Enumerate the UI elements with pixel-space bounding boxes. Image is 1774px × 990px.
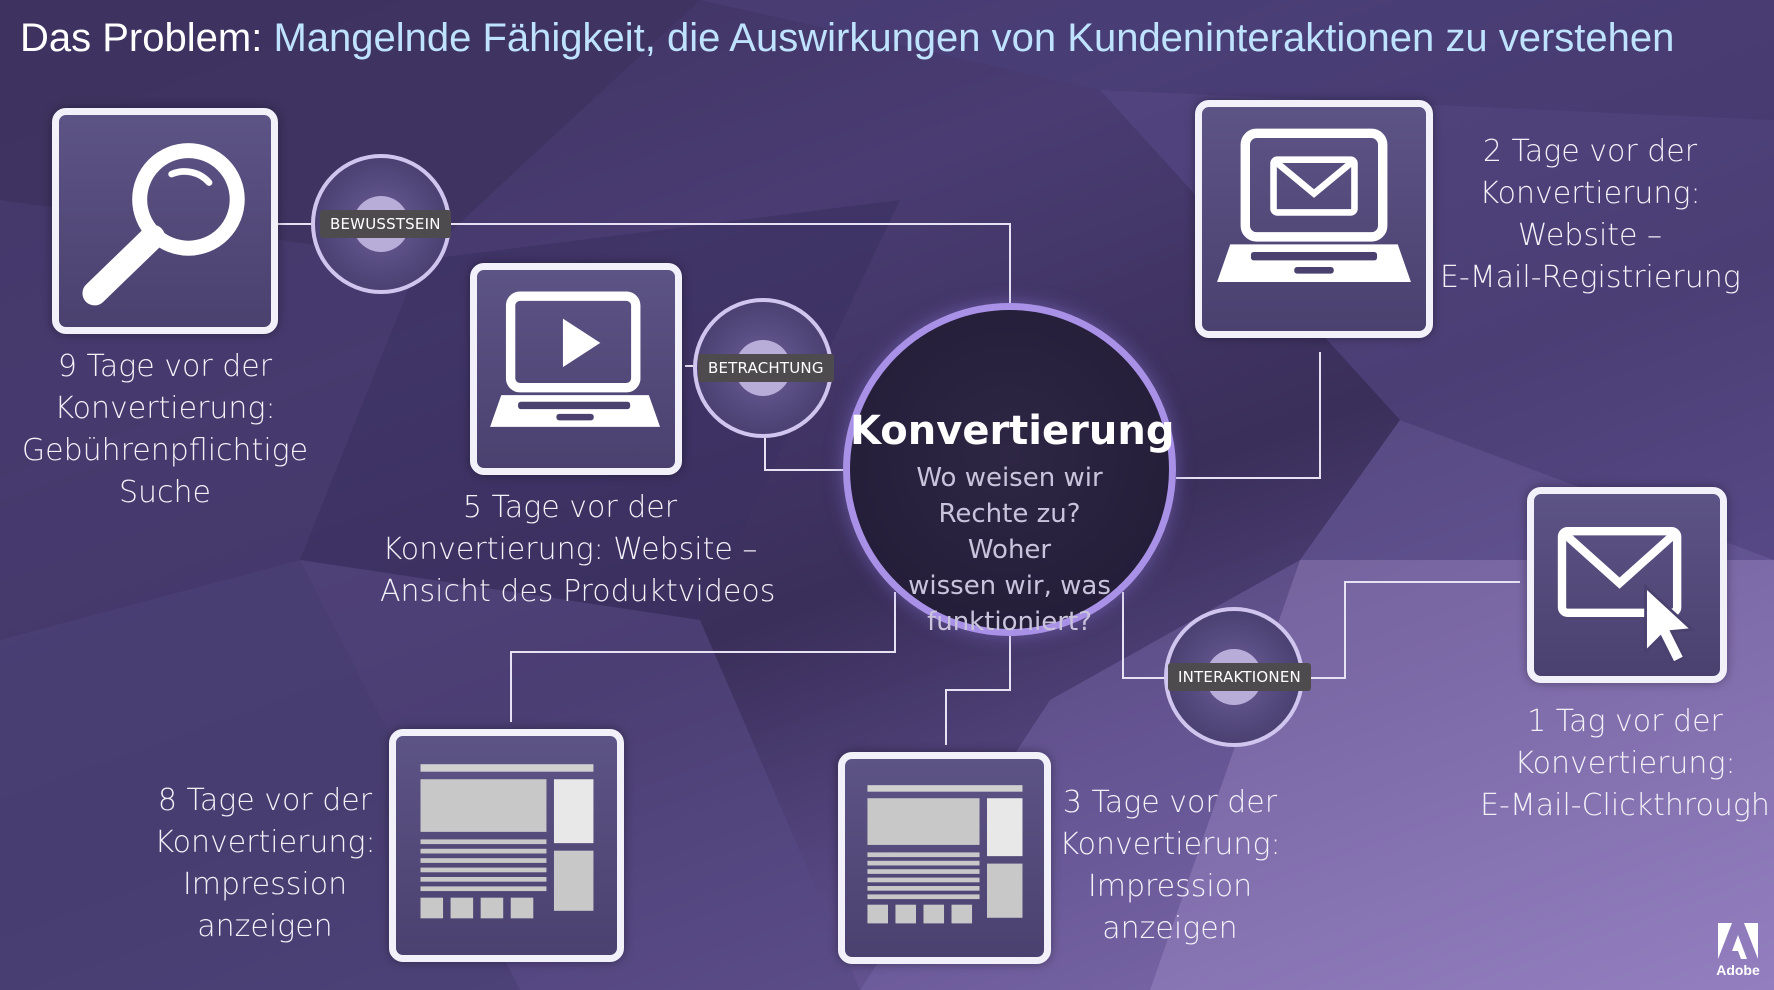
display-ad-icon	[867, 785, 1023, 924]
caption-email-clickthrough: 1 Tag vor der Konvertierung: E-Mail-Click…	[1480, 704, 1770, 823]
adobe-wordmark: Adobe	[1716, 962, 1760, 978]
stage-label-awareness: BEWUSSTSEIN	[320, 210, 451, 238]
email-laptop-icon	[1217, 128, 1411, 283]
caption-email-registration: 2 Tage vor der Konvertierung: Website – E-…	[1440, 134, 1741, 295]
caption-display-impression-3: 3 Tage vor der Konvertierung: Impression a…	[1059, 785, 1281, 946]
tile-paid-search	[52, 108, 278, 334]
stage-label-consideration: BETRACHTUNG	[698, 354, 834, 382]
email-click-icon	[1557, 526, 1696, 665]
stage-label-interactions: INTERAKTIONEN	[1168, 663, 1311, 691]
tile-display-impression-3	[838, 752, 1051, 964]
tile-display-impression-8	[389, 729, 624, 962]
hub-title: Konvertierung	[850, 408, 1175, 454]
adobe-logo-icon	[1718, 923, 1758, 959]
tile-email-registration	[1195, 100, 1433, 338]
tile-product-video	[470, 263, 682, 475]
caption-paid-search: 9 Tage vor der Konvertierung: Gebührenpfl…	[21, 349, 309, 510]
title-prefix: Das Problem:	[20, 16, 263, 60]
adobe-logo: Adobe	[1716, 923, 1760, 978]
caption-display-impression-8: 8 Tage vor der Konvertierung: Impression a…	[154, 783, 376, 944]
title-main: Mangelnde Fähigkeit, die Auswirkungen vo…	[273, 16, 1675, 60]
conversion-hub: Konvertierung Wo weisen wir Rechte zu? W…	[843, 303, 1176, 637]
video-laptop-icon	[490, 291, 661, 427]
tile-email-clickthrough	[1527, 487, 1727, 683]
slide-title: Das Problem: Mangelnde Fähigkeit, die Au…	[20, 16, 1674, 61]
caption-product-video: 5 Tage vor der Konvertierung: Website – A…	[380, 490, 776, 609]
display-ad-icon	[420, 764, 594, 919]
hub-subtitle: Wo weisen wir Rechte zu? Woher wissen wi…	[908, 463, 1111, 637]
magnifier-icon	[82, 143, 245, 306]
